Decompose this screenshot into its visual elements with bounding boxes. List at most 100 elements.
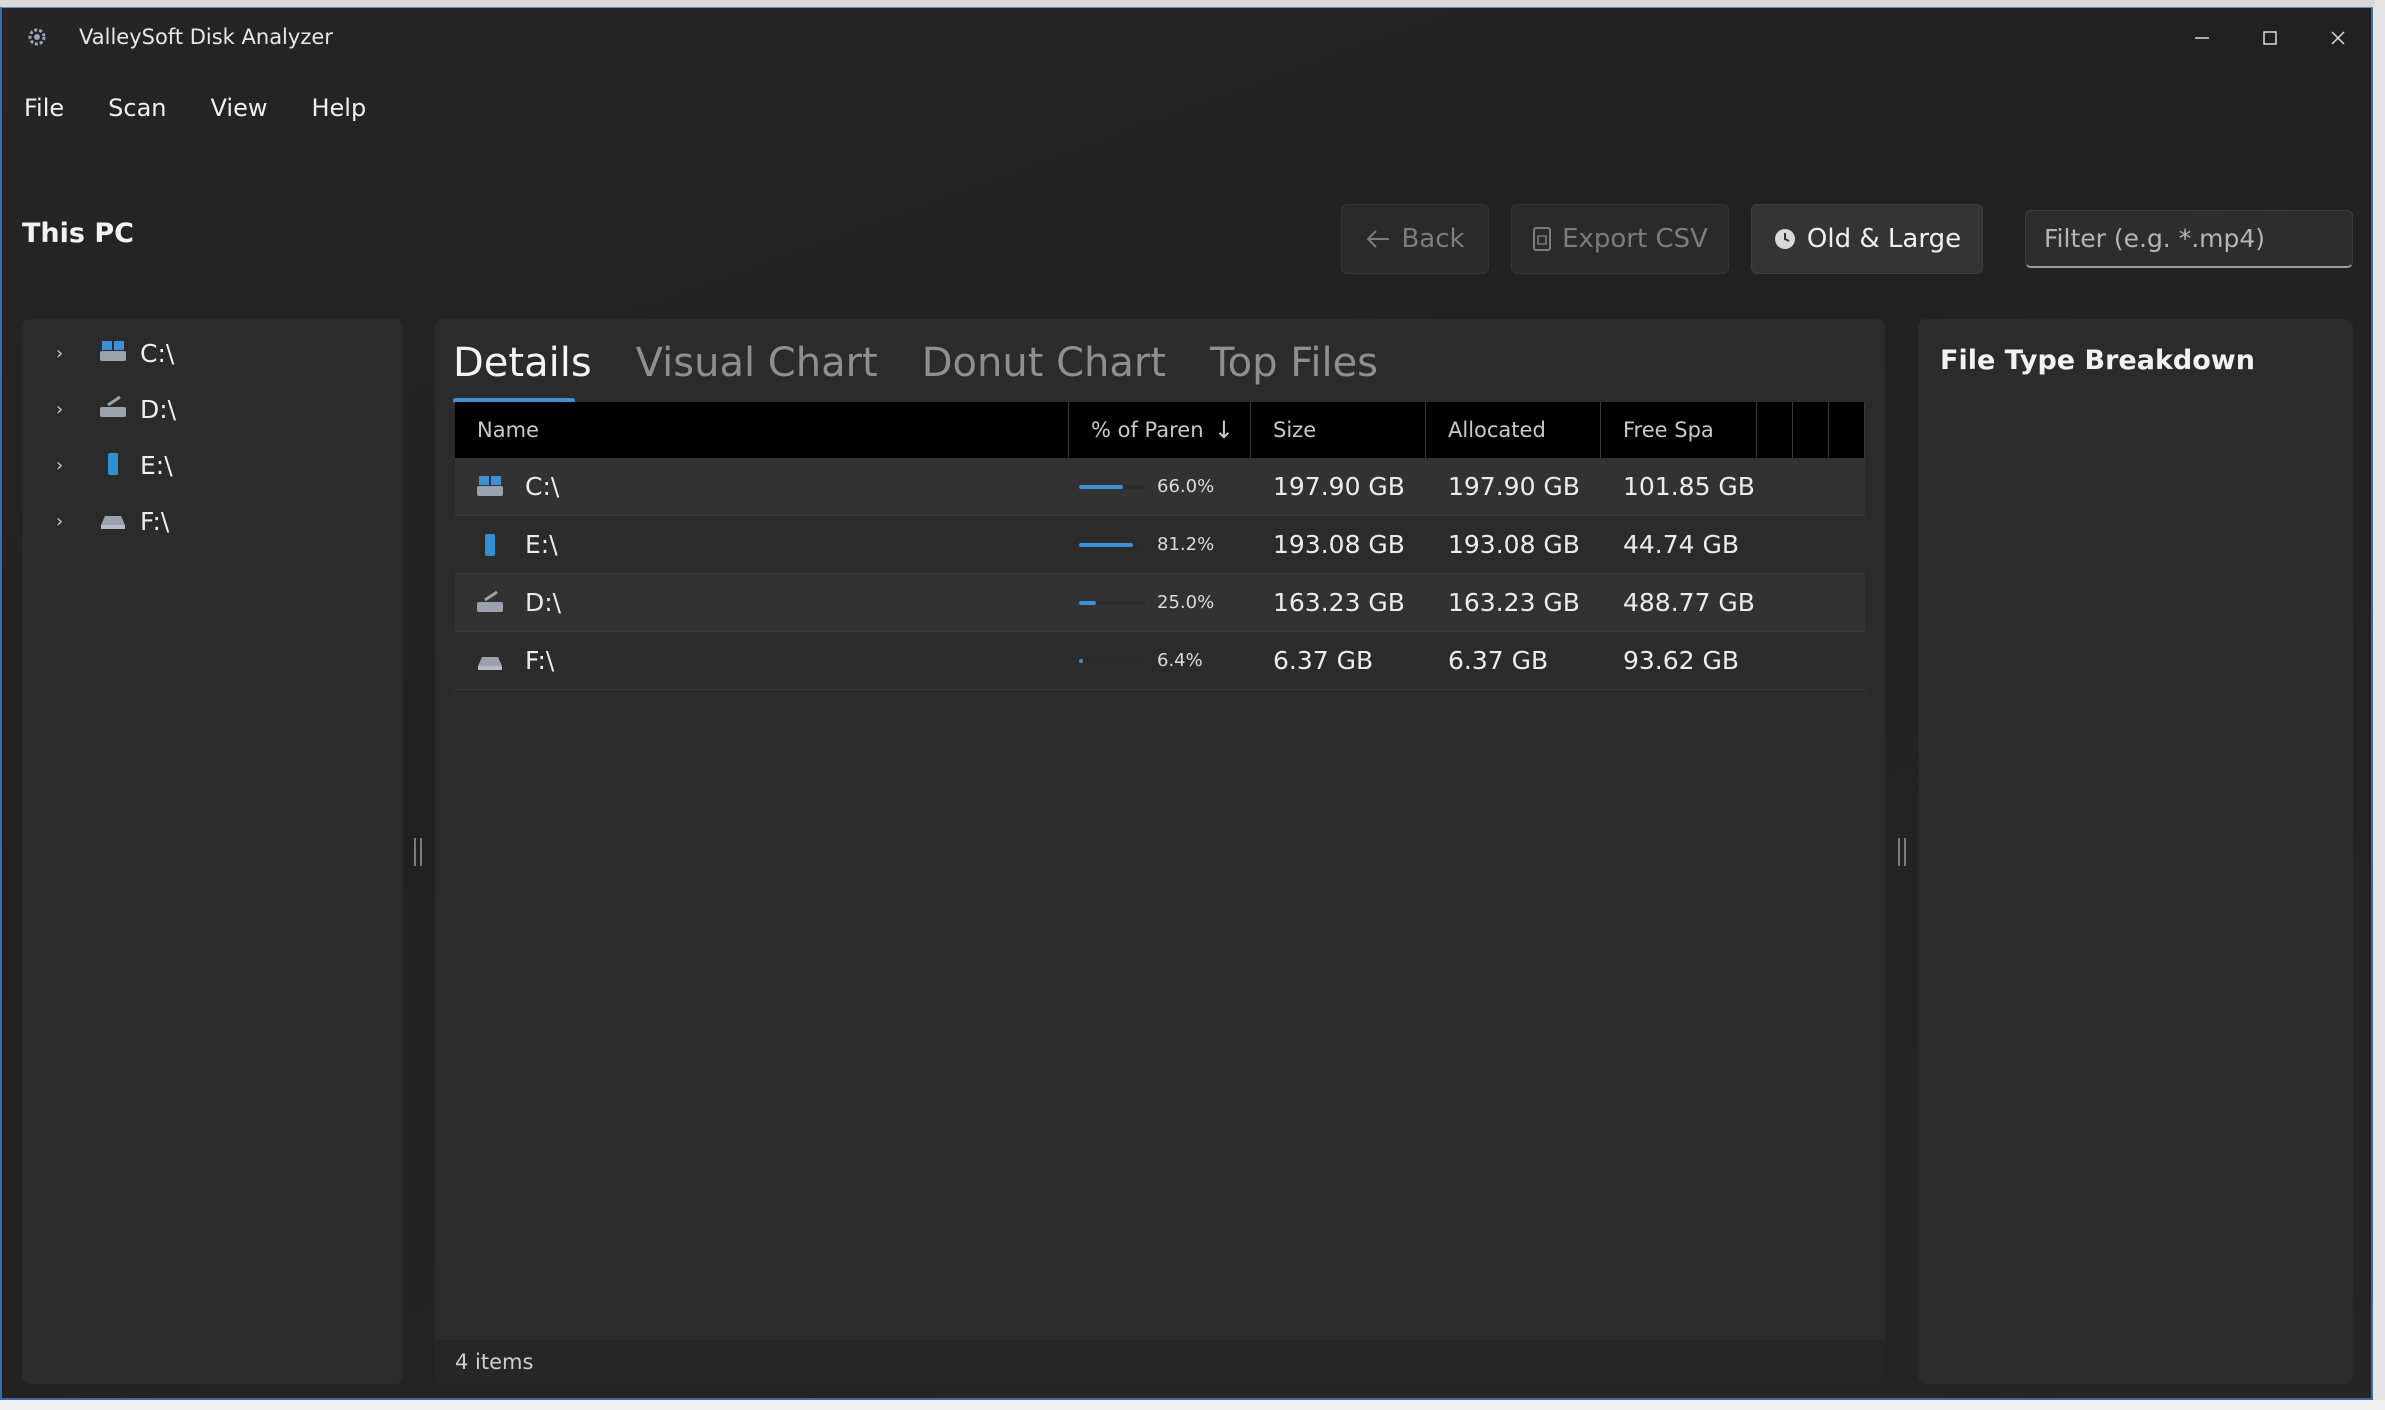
drive-tree: › C:\ › D:\ › E:\ › F:\ xyxy=(22,319,403,1384)
column-header-extra[interactable] xyxy=(1829,402,1865,458)
cell-name-text: E:\ xyxy=(525,530,558,559)
tab-visual-chart[interactable]: Visual Chart xyxy=(636,335,878,395)
system-drive-icon xyxy=(477,476,503,496)
cell-name: E:\ xyxy=(455,516,1069,574)
app-icon xyxy=(28,28,46,46)
tree-item-d[interactable]: › D:\ xyxy=(22,383,403,435)
cell-name-text: D:\ xyxy=(525,588,562,617)
cell-percent: 81.2% xyxy=(1069,516,1251,574)
percent-bar-fill xyxy=(1079,485,1123,489)
tree-item-f[interactable]: › F:\ xyxy=(22,495,403,547)
cell-free-space: 488.77 GB xyxy=(1623,588,1755,617)
details-panel: Details Visual Chart Donut Chart Top Fil… xyxy=(435,319,1885,1384)
usb-drive-icon xyxy=(108,453,118,475)
menu-scan[interactable]: Scan xyxy=(86,86,188,130)
disk-drive-icon xyxy=(477,590,503,612)
tree-label: F:\ xyxy=(140,506,170,536)
filter-input[interactable] xyxy=(2025,210,2353,268)
right-splitter-handle[interactable] xyxy=(1898,838,1906,866)
column-header-size[interactable]: Size xyxy=(1251,402,1426,458)
menu-view[interactable]: View xyxy=(189,86,290,130)
percent-bar xyxy=(1079,601,1145,605)
cell-free-space: 101.85 GB xyxy=(1623,472,1755,501)
cell-percent: 66.0% xyxy=(1069,458,1251,516)
export-label: Export CSV xyxy=(1562,224,1708,254)
column-header-extra[interactable] xyxy=(1793,402,1829,458)
maximize-icon xyxy=(2263,31,2277,45)
column-header-allocated[interactable]: Allocated xyxy=(1426,402,1601,458)
percent-bar-fill xyxy=(1079,659,1084,663)
status-bar: 4 items xyxy=(435,1340,1885,1384)
close-button[interactable] xyxy=(2308,14,2368,62)
percent-bar xyxy=(1079,485,1145,489)
cell-name-text: F:\ xyxy=(525,646,555,675)
sort-descending-icon: ↓ xyxy=(1213,416,1234,444)
removable-drive-icon xyxy=(478,657,502,670)
menu-bar: File Scan View Help xyxy=(2,86,388,130)
disk-drive-icon xyxy=(100,395,126,417)
column-header-name[interactable]: Name xyxy=(455,402,1069,458)
grid-header: Name % of Paren ↓ Size Allocated Free Sp… xyxy=(455,402,1865,458)
table-row[interactable]: F:\ 6.4% 6.37 GB 6.37 GB 93.62 GB xyxy=(455,632,1865,690)
chevron-right-icon[interactable]: › xyxy=(56,343,63,364)
arrow-left-icon xyxy=(1367,230,1390,248)
chevron-right-icon[interactable]: › xyxy=(56,455,63,476)
menu-file[interactable]: File xyxy=(2,86,86,130)
location-title: This PC xyxy=(22,218,134,249)
desktop-edge-top xyxy=(0,0,2385,7)
cell-name: D:\ xyxy=(455,574,1069,632)
column-header-percent-label: % of Paren xyxy=(1091,418,1204,442)
close-icon xyxy=(2331,31,2345,45)
file-type-title: File Type Breakdown xyxy=(1940,345,2255,376)
tree-item-c[interactable]: › C:\ xyxy=(22,327,403,379)
cell-percent-text: 81.2% xyxy=(1157,534,1215,555)
table-row[interactable]: C:\ 66.0% 197.90 GB 197.90 GB 101.85 GB xyxy=(455,458,1865,516)
table-row[interactable]: D:\ 25.0% 163.23 GB 163.23 GB 488.77 GB xyxy=(455,574,1865,632)
desktop-edge-bottom xyxy=(0,1400,2385,1410)
cell-name-text: C:\ xyxy=(525,472,560,501)
system-drive-icon xyxy=(100,341,126,361)
cell-size: 193.08 GB xyxy=(1273,530,1405,559)
tree-label: D:\ xyxy=(140,394,177,424)
percent-bar-fill xyxy=(1079,601,1096,605)
details-grid: Name % of Paren ↓ Size Allocated Free Sp… xyxy=(455,402,1865,690)
tree-label: C:\ xyxy=(140,338,175,368)
cell-size: 197.90 GB xyxy=(1273,472,1405,501)
column-header-percent[interactable]: % of Paren ↓ xyxy=(1069,402,1251,458)
table-row[interactable]: E:\ 81.2% 193.08 GB 193.08 GB 44.74 GB xyxy=(455,516,1865,574)
desktop-edge-right xyxy=(2375,0,2385,1410)
tab-top-files[interactable]: Top Files xyxy=(1210,335,1378,395)
cell-size: 6.37 GB xyxy=(1273,646,1374,675)
chevron-right-icon[interactable]: › xyxy=(56,511,63,532)
item-count: 4 items xyxy=(455,1350,534,1374)
cell-percent-text: 6.4% xyxy=(1157,650,1203,671)
cell-name: C:\ xyxy=(455,458,1069,516)
tab-donut-chart[interactable]: Donut Chart xyxy=(922,335,1166,395)
percent-bar-fill xyxy=(1079,543,1133,547)
cell-percent-text: 66.0% xyxy=(1157,476,1215,497)
old-large-button[interactable]: Old & Large xyxy=(1751,204,1983,274)
export-csv-button[interactable]: Export CSV xyxy=(1511,204,1729,274)
column-header-extra[interactable] xyxy=(1757,402,1793,458)
tree-item-e[interactable]: › E:\ xyxy=(22,439,403,491)
cell-free-space: 93.62 GB xyxy=(1623,646,1740,675)
usb-drive-icon xyxy=(485,534,495,556)
title-bar[interactable]: ValleySoft Disk Analyzer xyxy=(2,8,2371,68)
chevron-right-icon[interactable]: › xyxy=(56,399,63,420)
back-button[interactable]: Back xyxy=(1341,204,1489,274)
tab-details[interactable]: Details xyxy=(453,335,592,403)
old-large-label: Old & Large xyxy=(1806,224,1962,254)
minimize-button[interactable] xyxy=(2172,14,2232,62)
cell-free-space: 44.74 GB xyxy=(1623,530,1740,559)
menu-help[interactable]: Help xyxy=(289,86,388,130)
file-type-panel: File Type Breakdown xyxy=(1918,319,2353,1384)
cell-allocated: 193.08 GB xyxy=(1448,530,1580,559)
left-splitter-handle[interactable] xyxy=(414,838,422,866)
back-label: Back xyxy=(1401,224,1465,254)
removable-drive-icon xyxy=(101,516,125,529)
cell-allocated: 163.23 GB xyxy=(1448,588,1580,617)
app-window: ValleySoft Disk Analyzer File Scan View … xyxy=(0,7,2373,1400)
tree-label: E:\ xyxy=(140,450,173,480)
column-header-free-space[interactable]: Free Spa xyxy=(1601,402,1757,458)
maximize-button[interactable] xyxy=(2240,14,2300,62)
